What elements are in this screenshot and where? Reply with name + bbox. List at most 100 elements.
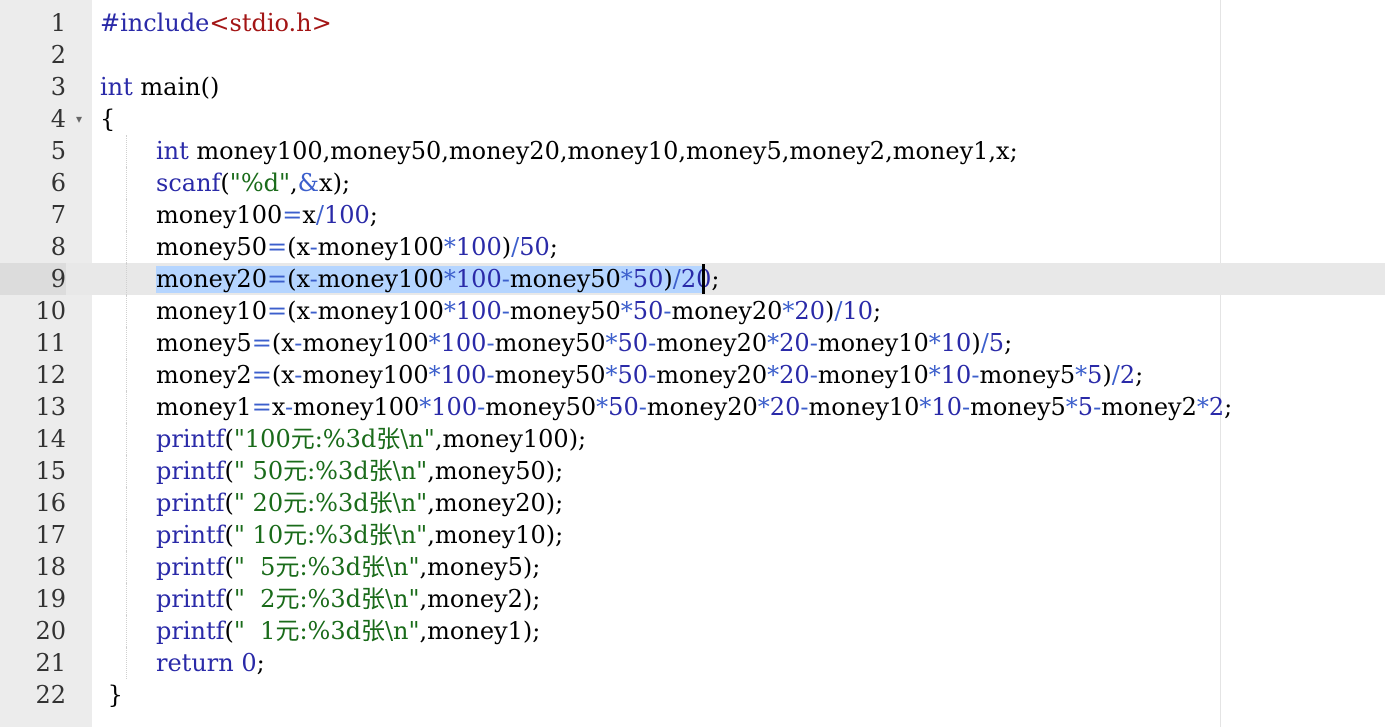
code-text[interactable]: scanf("%d",&x); — [156, 167, 350, 199]
code-line[interactable]: 3 int main() — [0, 71, 1385, 103]
line-number: 12 — [35, 361, 66, 389]
code-token: money50 — [509, 265, 621, 293]
indent-guide — [126, 327, 127, 359]
code-token: " 2元:%3d张\n" — [233, 585, 420, 613]
code-token: - — [284, 393, 294, 421]
code-token: " 5元:%3d张\n" — [233, 553, 420, 581]
code-line[interactable]: 4 ▾ { — [0, 103, 1385, 135]
code-text[interactable]: int money100,money50,money20,money10,mon… — [156, 135, 1018, 167]
code-text[interactable]: printf(" 5元:%3d张\n",money5); — [156, 551, 540, 583]
code-text[interactable]: printf("100元:%3d张\n",money100); — [156, 423, 586, 455]
code-text[interactable]: printf(" 20元:%3d张\n",money20); — [156, 487, 563, 519]
code-line[interactable]: 5 int money100,money50,money20,money10,mo… — [0, 135, 1385, 167]
code-token: * — [757, 393, 770, 421]
code-line[interactable]: 15 printf(" 50元:%3d张\n",money50); — [0, 455, 1385, 487]
chevron-down-icon[interactable]: ▾ — [72, 103, 86, 135]
code-line[interactable]: 18 printf(" 5元:%3d张\n",money5); — [0, 551, 1385, 583]
code-token: money2 — [156, 361, 252, 389]
code-token: ) — [971, 329, 981, 357]
code-lines[interactable]: 1 #include<stdio.h> 2 3 int main() 4 ▾ {5 int mo… — [0, 7, 1385, 711]
code-token: * — [443, 233, 456, 261]
line-number: 13 — [35, 393, 66, 421]
code-token: ,money100); — [434, 425, 587, 453]
code-line[interactable]: 12 money2=(x-money100*100-money50*50-mone… — [0, 359, 1385, 391]
code-token: 10 — [931, 393, 962, 421]
code-line[interactable]: 8 money50=(x-money100*100)/50; — [0, 231, 1385, 263]
code-text[interactable]: money2=(x-money100*100-money50*50-money2… — [156, 359, 1143, 391]
code-token: printf — [156, 617, 225, 645]
code-token: printf — [156, 553, 225, 581]
code-token: - — [309, 265, 318, 293]
code-line[interactable]: 7 money100=x/100; — [0, 199, 1385, 231]
code-token: money100 — [156, 201, 283, 229]
code-line[interactable]: 6 scanf("%d",&x); — [0, 167, 1385, 199]
code-token: - — [309, 297, 318, 325]
code-token: = — [251, 361, 272, 389]
code-line[interactable]: 16 printf(" 20元:%3d张\n",money20); — [0, 487, 1385, 519]
code-token: ) — [824, 297, 835, 325]
code-token: / — [1111, 361, 1120, 389]
line-number: 11 — [35, 329, 66, 357]
code-line[interactable]: 9 money20=(x-money100*100-money50*50)/20; — [0, 263, 1385, 295]
code-token: money100 — [302, 329, 429, 357]
code-token: money20 — [646, 393, 758, 421]
indent-guide — [126, 423, 127, 455]
code-token: ; — [369, 201, 378, 229]
code-editor[interactable]: 1 #include<stdio.h> 2 3 int main() 4 ▾ {5 int mo… — [0, 0, 1385, 727]
code-line[interactable]: 2 — [0, 39, 1385, 71]
code-line[interactable]: 14 printf("100元:%3d张\n",money100); — [0, 423, 1385, 455]
code-token: = — [266, 297, 288, 325]
code-text[interactable]: #include<stdio.h> — [100, 7, 332, 39]
indent-guide — [126, 615, 127, 647]
code-line[interactable]: 13 money1=x-money100*100-money50*50-money… — [0, 391, 1385, 423]
code-token: " 20元:%3d张\n" — [233, 489, 428, 517]
code-token: & — [297, 169, 320, 197]
line-number: 5 — [50, 137, 66, 165]
code-text[interactable]: printf(" 50元:%3d张\n",money50); — [156, 455, 563, 487]
code-token: money20 — [671, 297, 783, 325]
indent-guide — [126, 391, 127, 423]
code-text[interactable]: { — [100, 103, 115, 135]
code-token: = — [266, 265, 288, 293]
code-line[interactable]: 1 #include<stdio.h> — [0, 7, 1385, 39]
code-token: money100 — [317, 233, 444, 261]
code-text[interactable]: money50=(x-money100*100)/50; — [156, 231, 558, 263]
code-token: ,money20); — [427, 489, 564, 517]
indent-guide — [126, 167, 127, 199]
code-token: = — [251, 393, 272, 421]
code-token: * — [605, 361, 618, 389]
code-token: * — [767, 329, 780, 357]
code-token: return — [156, 649, 234, 677]
code-text[interactable]: money1=x-money100*100-money50*50-money20… — [156, 391, 1232, 423]
code-line[interactable]: 21 return 0; — [0, 647, 1385, 679]
code-token: / — [511, 233, 520, 261]
code-token: 100 — [323, 201, 370, 229]
code-token: 2 — [1208, 393, 1225, 421]
code-token: (x — [271, 329, 295, 357]
code-line[interactable]: 10 money10=(x-money100*100-money50*50-mon… — [0, 295, 1385, 327]
code-line[interactable]: 20 printf(" 1元:%3d张\n",money1); — [0, 615, 1385, 647]
code-text[interactable]: printf(" 10元:%3d张\n",money10); — [156, 519, 563, 551]
code-text[interactable]: } — [100, 679, 123, 711]
code-token: ( — [224, 553, 234, 581]
code-token: - — [961, 393, 971, 421]
code-text[interactable]: money100=x/100; — [156, 199, 378, 231]
code-text[interactable]: printf(" 2元:%3d张\n",money2); — [156, 583, 540, 615]
code-text[interactable]: int main() — [100, 71, 219, 103]
code-token: ; — [872, 297, 882, 325]
code-token: - — [486, 361, 495, 389]
code-token: money100 — [293, 393, 420, 421]
code-line[interactable]: 17 printf(" 10元:%3d张\n",money10); — [0, 519, 1385, 551]
code-line[interactable]: 19 printf(" 2元:%3d张\n",money2); — [0, 583, 1385, 615]
line-number: 4 — [50, 105, 66, 133]
code-token: * — [443, 265, 456, 293]
code-text[interactable]: return 0; — [156, 647, 265, 679]
code-text[interactable]: money10=(x-money100*100-money50*50-money… — [156, 295, 881, 327]
code-token: - — [648, 329, 657, 357]
code-text[interactable]: printf(" 1元:%3d张\n",money1); — [156, 615, 540, 647]
code-token: - — [809, 329, 818, 357]
code-line[interactable]: 22 } — [0, 679, 1385, 711]
code-line[interactable]: 11 money5=(x-money100*100-money50*50-mone… — [0, 327, 1385, 359]
code-text[interactable]: money20=(x-money100*100-money50*50)/20; — [156, 263, 719, 295]
code-text[interactable]: money5=(x-money100*100-money50*50-money2… — [156, 327, 1012, 359]
